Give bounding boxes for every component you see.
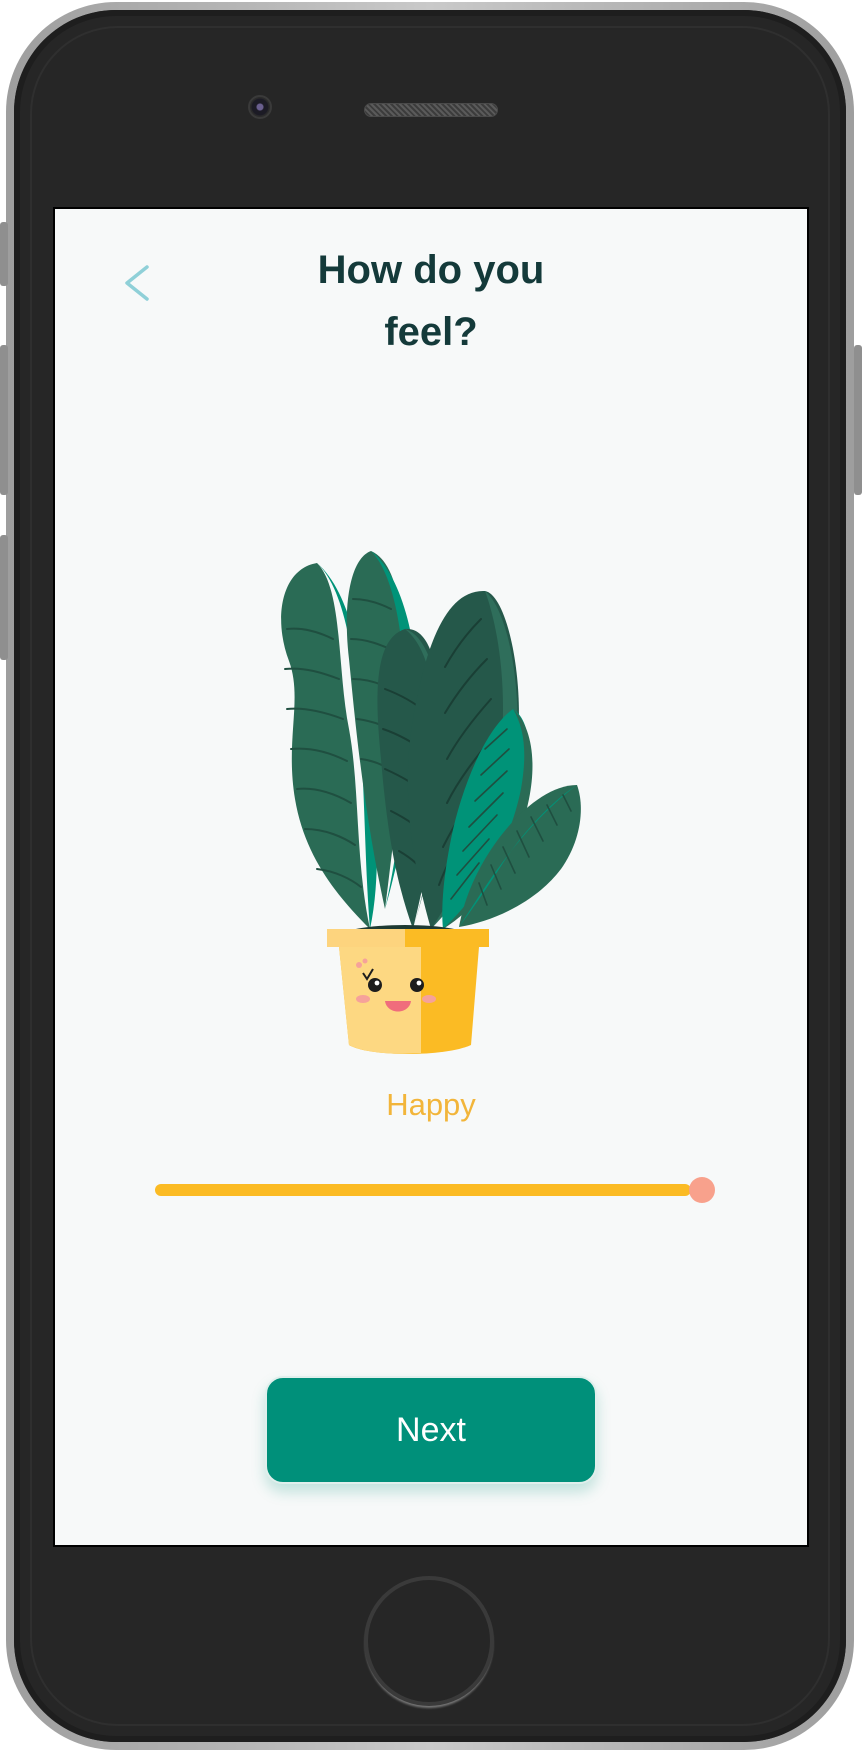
- smiling-potted-plant-illustration: [281, 551, 581, 1054]
- app-screen: How do you feel? Happy Next: [55, 209, 807, 1545]
- mood-slider[interactable]: [155, 1169, 715, 1209]
- page-title-line-1: How do you: [317, 248, 545, 292]
- next-button[interactable]: Next: [265, 1376, 597, 1484]
- slider-thumb[interactable]: [689, 1177, 715, 1203]
- home-button[interactable]: [364, 1576, 494, 1706]
- phone-power-button: [854, 345, 862, 495]
- back-button[interactable]: [117, 261, 161, 305]
- front-camera: [248, 95, 272, 119]
- page-title: How do you feel?: [231, 239, 631, 363]
- slider-track-fill: [155, 1184, 691, 1196]
- chevron-left-icon: [125, 265, 149, 301]
- phone-volume-down-button: [0, 535, 8, 660]
- mood-label: Happy: [386, 1087, 476, 1122]
- page-title-line-2: feel?: [384, 310, 478, 354]
- phone-volume-up-button: [0, 345, 8, 495]
- earpiece-speaker: [364, 103, 498, 117]
- phone-mute-switch: [0, 222, 8, 286]
